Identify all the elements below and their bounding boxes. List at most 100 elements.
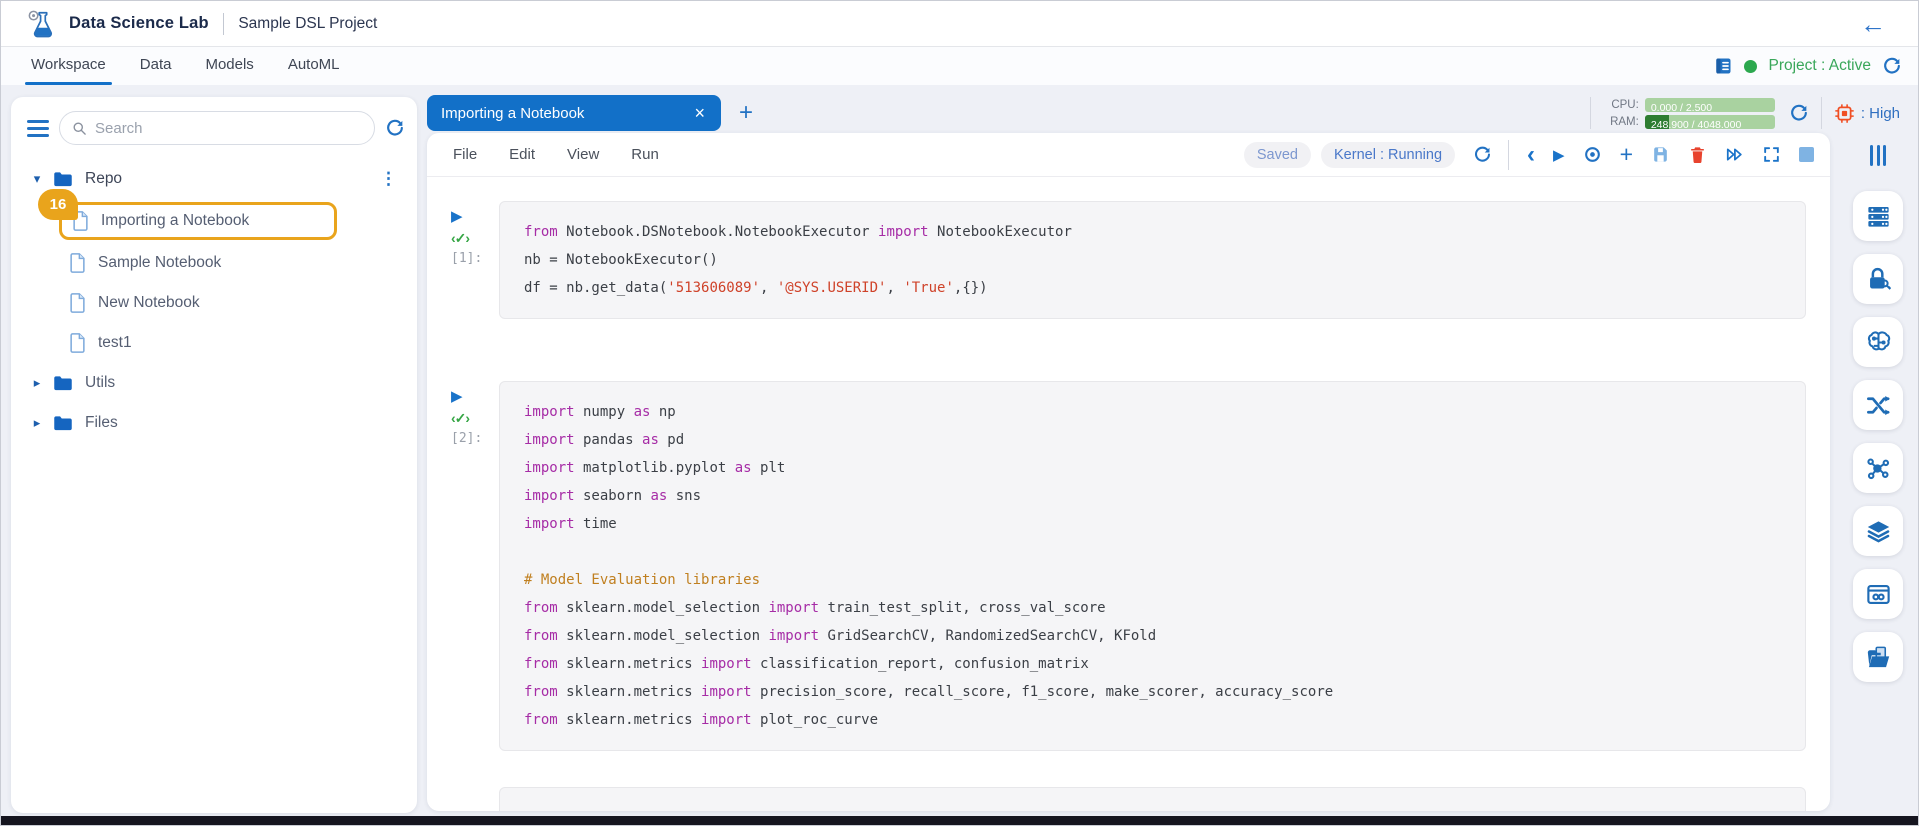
data-science-lab-window: Data Science Lab Sample DSL Project ← Wo… — [0, 0, 1919, 826]
delete-cell-icon[interactable] — [1688, 145, 1707, 164]
tree-file-importing-a-notebook[interactable]: 16 Importing a Notebook — [59, 202, 337, 240]
menu-run[interactable]: Run — [631, 146, 659, 163]
new-tab-button[interactable]: + — [739, 99, 753, 127]
ram-label: RAM: — [1603, 116, 1639, 128]
sidebar-refresh-icon[interactable] — [385, 118, 405, 138]
cell-gutter: ▶ ‹✓› [1]: — [451, 201, 499, 319]
kernel-refresh-icon[interactable] — [1473, 145, 1492, 164]
pipeline-graph-button[interactable] — [1853, 443, 1903, 493]
brain-icon — [1865, 329, 1892, 356]
tree-file-new-notebook[interactable]: New Notebook — [69, 283, 417, 323]
app-title: Data Science Lab — [69, 14, 209, 33]
cell-code-editor[interactable]: import numpy as npimport pandas as pdimp… — [499, 381, 1806, 751]
search-box — [59, 111, 375, 145]
sidebar-search-row — [11, 111, 417, 145]
menu-view[interactable]: View — [567, 146, 599, 163]
resource-usage: CPU: 0.000 / 2.500 RAM: 248.900 / 4048.0… — [1603, 98, 1775, 129]
add-cell-icon[interactable]: + — [1620, 143, 1633, 166]
tree-folder-label: Utils — [85, 374, 115, 392]
cell-run-icon[interactable]: ▶ — [451, 389, 463, 404]
stop-kernel-icon[interactable] — [1799, 147, 1814, 162]
notebook-file-icon — [69, 293, 86, 313]
tree-folder-label: Files — [85, 414, 118, 432]
save-notebook-icon[interactable] — [1651, 145, 1670, 164]
tree-file-label: test1 — [98, 334, 132, 352]
search-icon — [72, 121, 87, 136]
tree-file-sample-notebook[interactable]: Sample Notebook — [69, 243, 417, 283]
shuffle-button[interactable] — [1853, 380, 1903, 430]
ram-usage-value: 248.900 / 4048.000 — [1645, 119, 1742, 129]
gear-target-icon[interactable] — [1583, 145, 1602, 164]
kebab-menu-icon[interactable]: ⋮ — [380, 169, 397, 189]
tree-file-label: Importing a Notebook — [101, 212, 249, 230]
caret-down-icon[interactable]: ▾ — [29, 171, 45, 187]
nav-tab-workspace[interactable]: Workspace — [31, 47, 106, 85]
data-sources-button[interactable] — [1853, 191, 1903, 241]
cpu-usage-bar: 0.000 / 2.500 — [1645, 98, 1775, 112]
shuffle-icon — [1865, 392, 1892, 419]
columns-layout-icon[interactable] — [1870, 133, 1886, 177]
cell-gutter: ▶ ‹✓› [2]: — [451, 381, 499, 751]
tree-file-label: Sample Notebook — [98, 254, 221, 272]
tree-file-test1[interactable]: test1 — [69, 323, 417, 363]
credentials-button[interactable] — [1853, 254, 1903, 304]
priority-indicator[interactable]: : High — [1834, 103, 1900, 124]
notebook-file-icon — [69, 253, 86, 273]
notebook-cell: ▶ ‹✓› [1]: from Notebook.DSNotebook.Note… — [451, 201, 1830, 319]
layers-button[interactable] — [1853, 506, 1903, 556]
cell-success-icon: ‹✓› — [451, 411, 469, 425]
hamburger-menu-icon[interactable] — [27, 120, 49, 137]
ai-models-button[interactable] — [1853, 317, 1903, 367]
title-divider — [223, 13, 225, 35]
primary-nav: Workspace Data Models AutoML Project : A… — [1, 47, 1918, 85]
menu-file[interactable]: File — [453, 146, 477, 163]
ram-usage-bar: 248.900 / 4048.000 — [1645, 115, 1775, 129]
folder-icon — [53, 415, 73, 432]
cell-success-icon: ‹✓› — [451, 231, 469, 245]
collapse-left-icon[interactable]: ‹ — [1527, 143, 1535, 167]
tree-folder-files[interactable]: ▸ Files — [29, 403, 417, 443]
layers-icon — [1865, 518, 1892, 545]
run-cell-icon[interactable]: ▶ — [1553, 146, 1565, 164]
main-area: Importing a Notebook × + CPU: 0.000 / 2.… — [427, 93, 1918, 811]
tree-folder-label: Repo — [85, 170, 122, 188]
tree-folder-repo[interactable]: ▾ Repo ⋮ — [29, 159, 417, 199]
tab-close-icon[interactable]: × — [692, 103, 707, 124]
menu-edit[interactable]: Edit — [509, 146, 535, 163]
project-files-button[interactable] — [1853, 632, 1903, 682]
project-log-icon[interactable] — [1713, 56, 1733, 76]
cell-run-icon[interactable]: ▶ — [451, 209, 463, 224]
kernel-status-badge[interactable]: Kernel : Running — [1321, 142, 1455, 168]
tab-importing-a-notebook[interactable]: Importing a Notebook × — [427, 95, 721, 131]
app-header: Data Science Lab Sample DSL Project ← — [1, 1, 1918, 47]
notebook-panel: File Edit View Run Saved Kernel : Runnin… — [427, 133, 1830, 811]
cpu-label: CPU: — [1603, 99, 1639, 111]
run-all-icon[interactable] — [1725, 145, 1744, 164]
window-infinity-icon — [1865, 581, 1892, 608]
server-rack-icon — [1865, 203, 1892, 230]
nav-tab-automl[interactable]: AutoML — [288, 47, 340, 85]
notebook-file-icon — [69, 333, 86, 353]
project-refresh-icon[interactable] — [1882, 56, 1902, 76]
cell-execution-count: [2]: — [451, 432, 482, 445]
notebook-cells: ▶ ‹✓› [1]: from Notebook.DSNotebook.Note… — [427, 177, 1830, 811]
cell-execution-count: [1]: — [451, 252, 482, 265]
right-tool-rail — [1838, 133, 1918, 811]
back-arrow-icon[interactable]: ← — [1860, 11, 1886, 37]
session-window-button[interactable] — [1853, 569, 1903, 619]
tree-folder-utils[interactable]: ▸ Utils — [29, 363, 417, 403]
nav-tab-data[interactable]: Data — [140, 47, 172, 85]
cell-code-editor[interactable]: from Notebook.DSNotebook.NotebookExecuto… — [499, 201, 1806, 319]
priority-label: : High — [1861, 105, 1900, 122]
search-input[interactable] — [95, 120, 362, 137]
folder-icon — [53, 171, 73, 188]
caret-right-icon[interactable]: ▸ — [29, 375, 45, 391]
folder-icon — [53, 375, 73, 392]
caret-right-icon[interactable]: ▸ — [29, 415, 45, 431]
fullscreen-icon[interactable] — [1762, 145, 1781, 164]
nav-tab-models[interactable]: Models — [205, 47, 253, 85]
notebook-tabstrip: Importing a Notebook × + CPU: 0.000 / 2.… — [427, 93, 1918, 133]
resources-refresh-icon[interactable] — [1789, 103, 1809, 123]
next-cell-partial — [499, 787, 1806, 811]
project-status-label: Project : Active — [1768, 57, 1871, 75]
